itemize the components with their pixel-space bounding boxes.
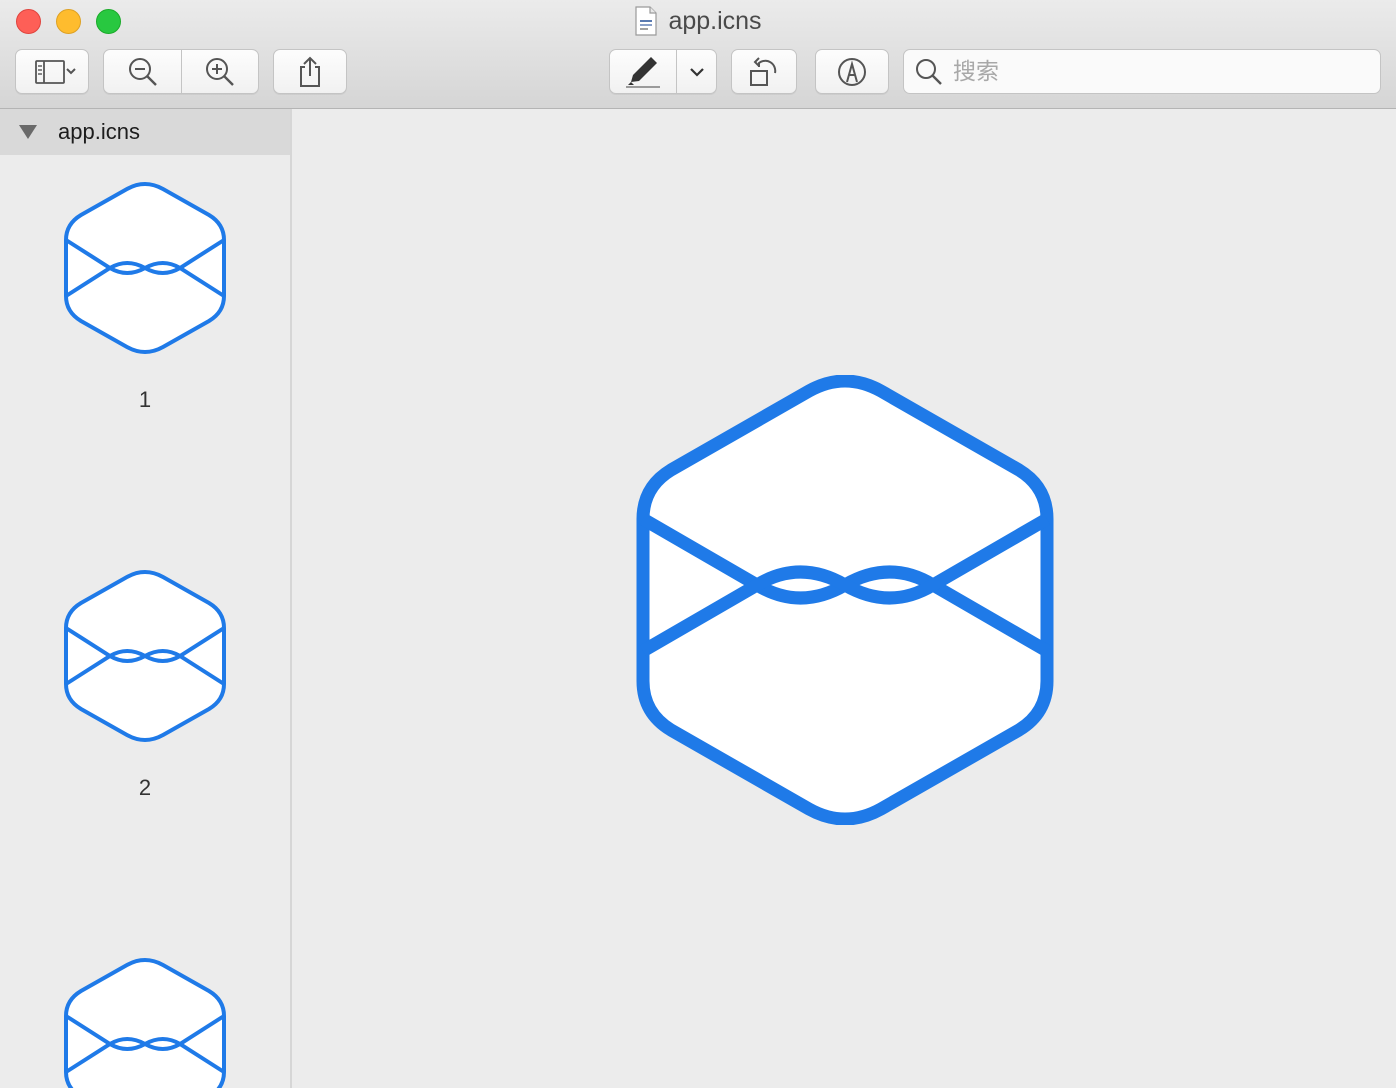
highlight-button[interactable] <box>609 49 677 94</box>
disclosure-triangle-icon[interactable] <box>18 124 38 140</box>
preview-canvas[interactable] <box>292 109 1396 1088</box>
sidebar-icon <box>35 59 76 84</box>
zoom-out-icon <box>128 57 157 86</box>
zoom-in-button[interactable] <box>182 49 259 94</box>
search-icon <box>916 58 942 85</box>
zoom-out-button[interactable] <box>103 49 182 94</box>
thumbnail-label: 1 <box>138 387 152 412</box>
thumbnail-3[interactable] <box>0 956 290 1088</box>
thumbnail-2[interactable]: 2 <box>0 568 290 888</box>
app-icon-thumbnail <box>64 181 226 355</box>
preview-window: app.icns 搜索 app.icns 1 2 <box>0 0 1396 1088</box>
sidebar-file-header[interactable]: app.icns <box>0 109 290 155</box>
thumbnail-1[interactable]: 1 <box>0 180 290 500</box>
zoom-in-icon <box>206 57 234 86</box>
search-field[interactable] <box>903 49 1381 94</box>
app-icon-thumbnail <box>64 957 226 1088</box>
markup-pen-icon <box>838 57 866 86</box>
titlebar: app.icns <box>0 0 1396 109</box>
chevron-down-icon <box>689 67 704 77</box>
share-icon <box>300 56 320 87</box>
highlight-options-button[interactable] <box>677 49 717 94</box>
rotate-button[interactable] <box>731 49 797 94</box>
document-icon <box>635 6 658 36</box>
thumbnail-label: 2 <box>138 775 152 800</box>
search-input[interactable] <box>951 57 1355 86</box>
app-icon-thumbnail <box>64 569 226 743</box>
share-button[interactable] <box>273 49 347 94</box>
highlighter-icon <box>626 56 660 88</box>
app-icon-preview <box>636 375 1054 825</box>
markup-button[interactable] <box>815 49 889 94</box>
thumbnail-sidebar[interactable]: app.icns 1 2 <box>0 109 292 1088</box>
window-title-text: app.icns <box>668 6 762 35</box>
rotate-left-icon <box>750 56 777 86</box>
sidebar-toggle-button[interactable] <box>15 49 89 94</box>
sidebar-file-name: app.icns <box>58 119 140 144</box>
window-title: app.icns <box>0 6 1396 38</box>
